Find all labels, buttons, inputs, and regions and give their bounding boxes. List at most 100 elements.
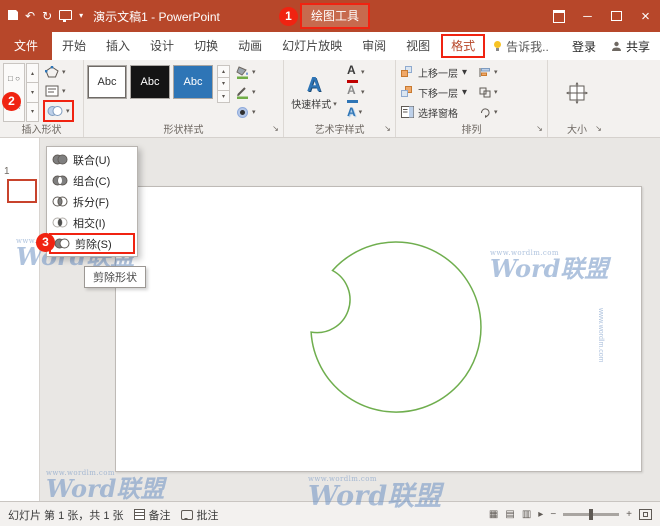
edit-shape-button[interactable]: ▾ — [43, 63, 74, 81]
share-button[interactable]: 共享 — [611, 38, 650, 55]
shape-styles-dialog-launcher[interactable]: ↘ — [269, 122, 282, 135]
tab-format-active[interactable]: 格式 — [441, 34, 485, 58]
window-title: 演示文稿1 - PowerPoint — [93, 8, 220, 25]
quick-access-toolbar: ↶ ↻ ▾ — [8, 10, 83, 22]
shape-fill-button[interactable]: ▾ — [234, 63, 258, 81]
slide-info: 幻灯片 第 1 张，共 1 张 — [8, 507, 124, 523]
shape-style-swatch-2[interactable]: Abc — [130, 65, 170, 99]
redo-icon[interactable]: ↻ — [42, 10, 52, 22]
intersect-icon — [52, 216, 68, 229]
group-objects-button[interactable]: ▾ — [477, 83, 500, 101]
maximize-button[interactable] — [602, 0, 631, 32]
shape-style-swatch-1[interactable]: Abc — [87, 65, 127, 99]
size-dialog-launcher[interactable]: ↘ — [592, 122, 605, 135]
group-wordart-styles: A 快速样式▾ A ▾ A ▾ A ▾ — [284, 60, 396, 137]
minimize-button[interactable]: ─ — [573, 0, 602, 32]
status-bar: 幻灯片 第 1 张，共 1 张 备注 批注 ▦ ▤ ▥ ▸ − + — [0, 501, 660, 526]
zoom-out-icon[interactable]: − — [550, 510, 556, 520]
sign-in-link[interactable]: 登录 — [572, 38, 596, 55]
tab-transitions[interactable]: 切换 — [184, 32, 228, 60]
gallery-more-icon[interactable]: ▾ — [26, 103, 39, 122]
tell-me-label: 告诉我.. — [506, 38, 549, 55]
fragment-icon — [52, 195, 68, 208]
fit-slide-to-window-icon[interactable] — [639, 509, 652, 520]
gallery-more-icon[interactable]: ▾ — [217, 91, 230, 103]
contextual-tab-drawing-tools[interactable]: 绘图工具 — [300, 3, 370, 29]
slide-thumbnail[interactable] — [7, 179, 37, 203]
reading-view-icon[interactable]: ▥ — [522, 510, 531, 520]
tab-design[interactable]: 设计 — [140, 32, 184, 60]
zoom-slider[interactable] — [563, 513, 619, 516]
text-box-button[interactable]: ▾ — [43, 82, 74, 100]
group-arrange: 上移一层▾ 下移一层▾ — [396, 60, 548, 137]
menu-item-subtract[interactable]: 剪除(S) — [49, 233, 135, 254]
slide[interactable] — [115, 186, 642, 472]
menu-item-intersect[interactable]: 相交(I) — [49, 212, 135, 233]
rotate-button[interactable]: ▾ — [477, 103, 500, 121]
gallery-up-icon[interactable]: ▴ — [26, 63, 39, 83]
group-label-insert-shapes: 插入形状 — [0, 121, 83, 136]
group-shape-styles: Abc Abc Abc ▴ ▾ ▾ ▾ — [84, 60, 284, 137]
group-size: 大小 ↘ — [548, 60, 606, 137]
tab-view[interactable]: 视图 — [396, 32, 440, 60]
subtract-tooltip: 剪除形状 — [84, 266, 146, 288]
text-effects-button[interactable]: A ▾ — [345, 103, 367, 121]
zoom-slider-thumb[interactable] — [589, 509, 593, 520]
slideshow-view-icon[interactable]: ▸ — [538, 510, 543, 520]
menu-item-combine[interactable]: 组合(C) — [49, 170, 135, 191]
union-icon — [52, 153, 68, 166]
menu-item-union[interactable]: 联合(U) — [49, 149, 135, 170]
text-outline-icon: A — [347, 81, 358, 103]
shapes-gallery-scroll: ▴ ▾ ▾ — [26, 63, 39, 122]
gallery-down-icon[interactable]: ▾ — [217, 78, 230, 90]
subtract-icon — [54, 237, 70, 250]
close-button[interactable]: × — [631, 0, 660, 32]
tabrow-right: 登录 共享 — [572, 38, 650, 55]
text-fill-button[interactable]: A ▾ — [345, 63, 367, 81]
send-backward-button[interactable]: 下移一层▾ — [399, 83, 469, 101]
lightbulb-icon — [492, 40, 503, 52]
quick-styles-button[interactable]: A 快速样式▾ — [287, 63, 341, 122]
tab-insert[interactable]: 插入 — [96, 32, 140, 60]
gallery-up-icon[interactable]: ▴ — [217, 65, 230, 78]
arrange-dialog-launcher[interactable]: ↘ — [533, 122, 546, 135]
start-slideshow-icon[interactable] — [59, 10, 72, 22]
combine-icon — [52, 174, 68, 187]
normal-view-icon[interactable]: ▦ — [489, 510, 498, 520]
tab-file[interactable]: 文件 — [0, 32, 52, 60]
notes-toggle[interactable]: 备注 — [134, 507, 171, 523]
statusbar-right: ▦ ▤ ▥ ▸ − + — [489, 509, 652, 520]
undo-icon[interactable]: ↶ — [25, 10, 35, 22]
merge-shapes-button[interactable]: ▾ — [43, 100, 74, 122]
comments-toggle[interactable]: 批注 — [181, 507, 219, 523]
align-button[interactable]: ▾ — [477, 63, 500, 81]
zoom-in-icon[interactable]: + — [626, 510, 632, 520]
selection-pane-button[interactable]: 选择窗格 — [399, 103, 469, 121]
tab-slideshow[interactable]: 幻灯片放映 — [272, 32, 352, 60]
notes-icon — [134, 509, 145, 520]
wordart-dialog-launcher[interactable]: ↘ — [381, 122, 394, 135]
slide-sorter-view-icon[interactable]: ▤ — [505, 510, 514, 520]
person-icon — [611, 41, 622, 52]
size-button[interactable] — [566, 82, 588, 104]
qat-dropdown-icon[interactable]: ▾ — [79, 12, 83, 20]
edit-shape-icon — [45, 66, 59, 78]
tab-animations[interactable]: 动画 — [228, 32, 272, 60]
text-outline-button[interactable]: A ▾ — [345, 83, 367, 101]
tab-review[interactable]: 审阅 — [352, 32, 396, 60]
shape-outline-button[interactable]: ▾ — [234, 83, 258, 101]
comments-icon — [181, 510, 193, 520]
save-icon[interactable] — [8, 10, 18, 22]
text-box-icon — [45, 85, 59, 97]
gallery-down-icon[interactable]: ▾ — [26, 83, 39, 102]
merged-shape[interactable] — [116, 187, 641, 471]
tab-home[interactable]: 开始 — [52, 32, 96, 60]
bring-forward-button[interactable]: 上移一层▾ — [399, 63, 469, 81]
tell-me-box[interactable]: 告诉我.. — [486, 38, 555, 55]
shape-effects-button[interactable]: ▾ — [234, 103, 258, 121]
shape-style-swatch-3[interactable]: Abc — [173, 65, 213, 99]
ribbon: □ ○ △ ☆ ▴ ▾ ▾ ▾ — [0, 60, 660, 138]
ribbon-display-options-button[interactable] — [544, 0, 573, 32]
rect-shape-icon[interactable]: □ ○ — [8, 74, 20, 83]
menu-item-fragment[interactable]: 拆分(F) — [49, 191, 135, 212]
